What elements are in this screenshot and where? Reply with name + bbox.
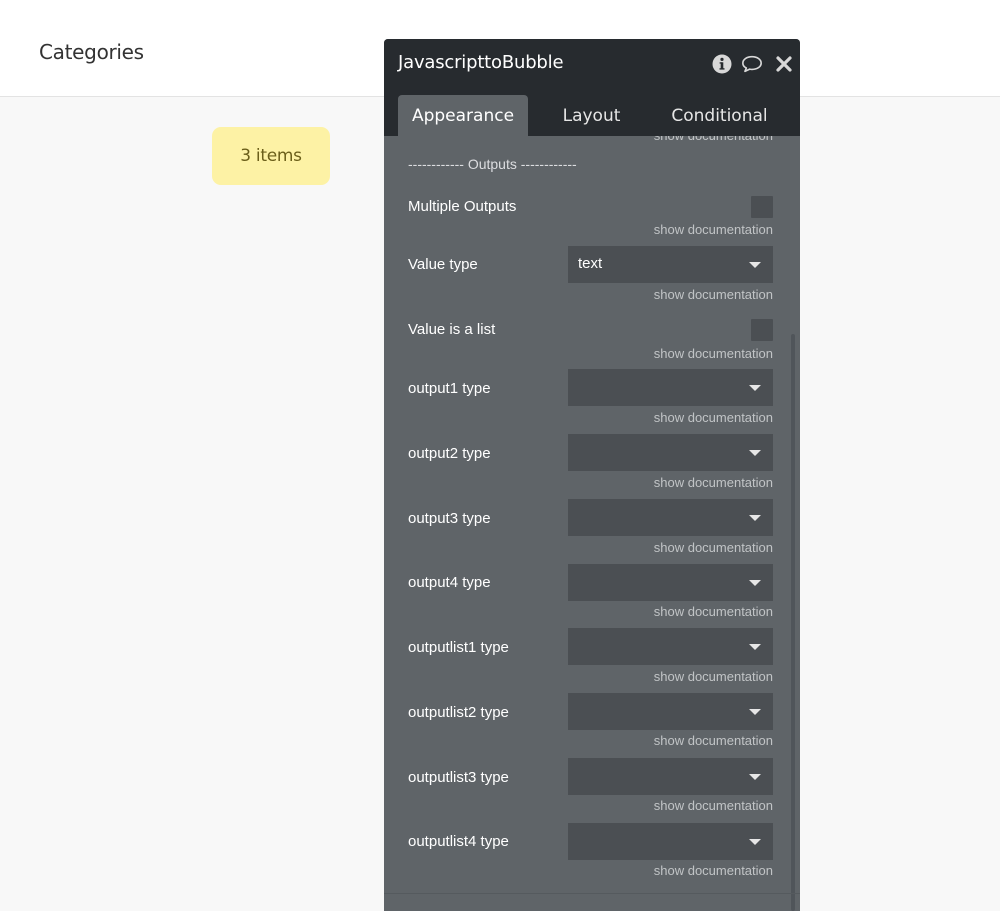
- outputlist3-type-dropdown[interactable]: [568, 758, 773, 795]
- value-type-label: Value type: [408, 256, 478, 273]
- show-documentation-link[interactable]: show documentation: [654, 604, 773, 619]
- chevron-down-icon: [749, 515, 761, 521]
- outputlist1-type-label: outputlist1 type: [408, 639, 509, 656]
- close-icon[interactable]: [773, 53, 795, 75]
- panel-content: show documentation ------------ Outputs …: [384, 136, 800, 911]
- info-icon[interactable]: [711, 53, 733, 75]
- show-documentation-link[interactable]: show documentation: [654, 475, 773, 490]
- show-documentation-link[interactable]: show documentation: [654, 540, 773, 555]
- output4-type-dropdown[interactable]: [568, 564, 773, 601]
- tab-appearance[interactable]: Appearance: [398, 95, 528, 136]
- chevron-down-icon: [749, 262, 761, 268]
- tab-layout[interactable]: Layout: [534, 95, 649, 136]
- value-type-dropdown[interactable]: text: [568, 246, 773, 283]
- chevron-down-icon: [749, 839, 761, 845]
- show-documentation-link[interactable]: show documentation: [654, 287, 773, 302]
- output1-type-dropdown[interactable]: [568, 369, 773, 406]
- show-documentation-link[interactable]: show documentation: [654, 410, 773, 425]
- outputlist4-type-dropdown[interactable]: [568, 823, 773, 860]
- panel-divider: [384, 893, 800, 894]
- outputlist3-type-label: outputlist3 type: [408, 769, 509, 786]
- output1-type-label: output1 type: [408, 380, 491, 397]
- chevron-down-icon: [749, 580, 761, 586]
- property-editor-panel: JavascripttoBubble Appearance Layout Con…: [384, 39, 800, 911]
- page-title: Categories: [39, 40, 144, 64]
- output4-type-label: output4 type: [408, 574, 491, 591]
- output2-type-label: output2 type: [408, 445, 491, 462]
- outputlist2-type-dropdown[interactable]: [568, 693, 773, 730]
- panel-tabs: Appearance Layout Conditional: [384, 95, 800, 136]
- value-type-selected: text: [578, 255, 603, 272]
- chevron-down-icon: [749, 709, 761, 715]
- items-count-badge[interactable]: 3 items: [212, 127, 330, 185]
- chevron-down-icon: [749, 385, 761, 391]
- outputlist1-type-dropdown[interactable]: [568, 628, 773, 665]
- show-documentation-link[interactable]: show documentation: [654, 798, 773, 813]
- outputlist2-type-label: outputlist2 type: [408, 704, 509, 721]
- chevron-down-icon: [749, 774, 761, 780]
- panel-header[interactable]: JavascripttoBubble Appearance Layout Con…: [384, 39, 800, 136]
- tab-conditional[interactable]: Conditional: [657, 95, 782, 136]
- comment-icon[interactable]: [741, 53, 763, 75]
- panel-title: JavascripttoBubble: [398, 52, 564, 73]
- show-documentation-link[interactable]: show documentation: [654, 733, 773, 748]
- outputlist4-type-label: outputlist4 type: [408, 833, 509, 850]
- value-is-list-checkbox[interactable]: [751, 319, 773, 341]
- output3-type-dropdown[interactable]: [568, 499, 773, 536]
- value-is-list-label: Value is a list: [408, 321, 496, 338]
- panel-scrollbar[interactable]: [791, 334, 795, 911]
- multiple-outputs-checkbox[interactable]: [751, 196, 773, 218]
- show-documentation-link[interactable]: show documentation: [654, 136, 773, 143]
- show-documentation-link[interactable]: show documentation: [654, 222, 773, 237]
- chevron-down-icon: [749, 450, 761, 456]
- output2-type-dropdown[interactable]: [568, 434, 773, 471]
- show-documentation-link[interactable]: show documentation: [654, 863, 773, 878]
- chevron-down-icon: [749, 644, 761, 650]
- output3-type-label: output3 type: [408, 510, 491, 527]
- multiple-outputs-label: Multiple Outputs: [408, 198, 517, 215]
- show-documentation-link[interactable]: show documentation: [654, 669, 773, 684]
- outputs-section-label: ------------ Outputs ------------: [408, 156, 577, 172]
- show-documentation-link[interactable]: show documentation: [654, 346, 773, 361]
